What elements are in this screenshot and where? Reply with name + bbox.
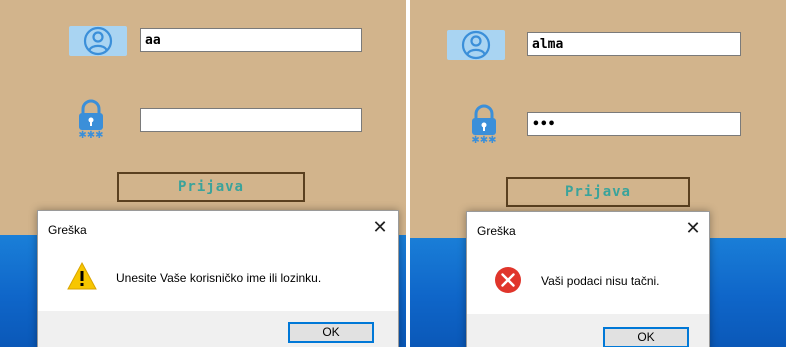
login-button[interactable]: Prijava bbox=[506, 177, 690, 207]
password-input[interactable] bbox=[140, 108, 362, 132]
username-input[interactable] bbox=[527, 32, 741, 56]
error-dialog: Greška ✕ Vaši podaci nisu tačni. OK bbox=[466, 211, 710, 347]
username-input[interactable] bbox=[140, 28, 362, 52]
close-icon[interactable]: ✕ bbox=[366, 215, 394, 241]
dialog-title: Greška bbox=[477, 224, 516, 238]
login-form: ✱✱✱ Prijava bbox=[0, 0, 406, 235]
dialog-message: Vaši podaci nisu tačni. bbox=[541, 274, 660, 288]
dialog-title: Greška bbox=[48, 223, 87, 237]
user-icon bbox=[69, 26, 127, 56]
warning-icon bbox=[67, 261, 97, 290]
close-icon[interactable]: ✕ bbox=[679, 216, 707, 242]
left-screenshot: ✱✱✱ Prijava Greška ✕ Unesite Vaše korisn… bbox=[0, 0, 406, 347]
lock-icon: ✱✱✱ bbox=[467, 103, 507, 146]
dialog-message: Unesite Vaše korisničko ime ili lozinku. bbox=[116, 271, 322, 285]
svg-text:✱✱✱: ✱✱✱ bbox=[471, 135, 496, 143]
error-icon bbox=[495, 267, 521, 293]
error-dialog: Greška ✕ Unesite Vaše korisničko ime ili… bbox=[37, 210, 399, 347]
right-screenshot: ✱✱✱ Prijava Greška ✕ Vaši podaci nisu ta… bbox=[410, 0, 786, 347]
dialog-footer: OK bbox=[38, 311, 398, 347]
svg-text:✱✱✱: ✱✱✱ bbox=[78, 130, 103, 138]
password-input[interactable] bbox=[527, 112, 741, 136]
ok-button[interactable]: OK bbox=[288, 322, 374, 343]
login-button[interactable]: Prijava bbox=[117, 172, 305, 202]
ok-button[interactable]: OK bbox=[603, 327, 689, 347]
login-form: ✱✱✱ Prijava bbox=[410, 0, 786, 238]
lock-icon: ✱✱✱ bbox=[74, 98, 114, 141]
user-icon bbox=[447, 30, 505, 60]
dialog-footer: OK bbox=[467, 314, 709, 347]
